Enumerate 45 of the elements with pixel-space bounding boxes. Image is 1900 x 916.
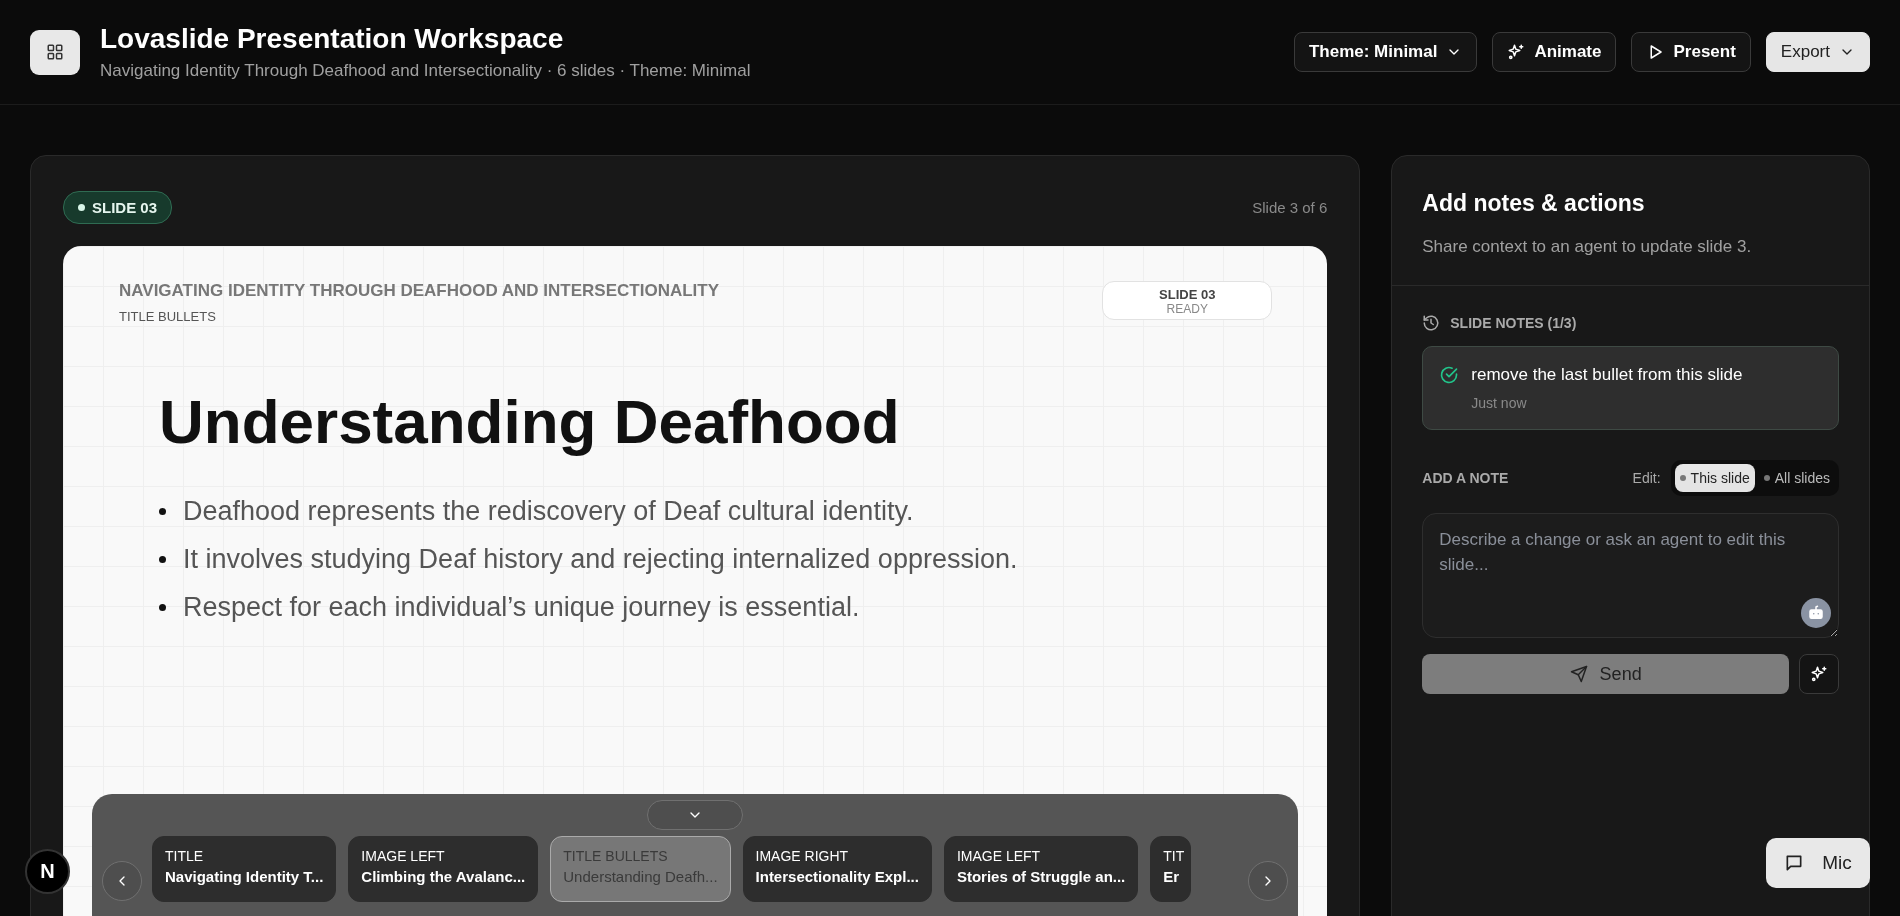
slide-status: SLIDE 03 READY bbox=[1102, 281, 1273, 320]
bullet-text: Respect for each individual’s unique journey is essential. bbox=[183, 591, 860, 623]
grid-icon bbox=[46, 43, 64, 61]
scope-option[interactable]: All slides bbox=[1758, 464, 1835, 492]
magic-button[interactable] bbox=[1799, 654, 1839, 694]
note-input[interactable]: Describe a change or ask an agent to edit this slide... bbox=[1422, 513, 1839, 638]
slide-badge: SLIDE 03 bbox=[63, 191, 173, 224]
bullet-text: It involves studying Deaf history and rejecting internalized oppression. bbox=[183, 543, 1018, 575]
slide-thumbnail[interactable]: TIT Er bbox=[1150, 836, 1192, 902]
scope-option[interactable]: This slide bbox=[1674, 464, 1755, 492]
bullet-dot bbox=[159, 507, 166, 515]
export-button[interactable]: Export bbox=[1765, 32, 1870, 72]
note-text: remove the last bullet from this slide bbox=[1471, 365, 1743, 385]
chat-bubble-icon bbox=[1784, 853, 1805, 873]
slide-counter: Slide 3 of 6 bbox=[1252, 199, 1328, 216]
deck-title: NAVIGATING IDENTITY THROUGH DEAFHOOD AND INTERSECTIONALITY bbox=[119, 281, 720, 301]
layout-label: TITLE BULLETS bbox=[119, 309, 217, 324]
slide-thumbnail[interactable]: IMAGE LEFT Stories of Struggle an... bbox=[943, 836, 1139, 902]
send-button[interactable]: Send bbox=[1422, 654, 1789, 694]
panel-title: Add notes & actions bbox=[1422, 190, 1646, 217]
slide-title: Understanding Deafhood bbox=[159, 386, 901, 457]
slide-thumbnail[interactable]: TITLE Navigating Identity T... bbox=[152, 836, 337, 902]
note-time: Just now bbox=[1471, 395, 1528, 411]
mic-button[interactable]: Mic bbox=[1766, 838, 1870, 888]
bullet-dot bbox=[159, 555, 166, 563]
slide-thumbnail[interactable]: IMAGE LEFT Climbing the Avalanc... bbox=[348, 836, 539, 902]
send-icon bbox=[1569, 665, 1588, 683]
theme-dropdown[interactable]: Theme: Minimal bbox=[1293, 32, 1478, 72]
app-title: Lovaslide Presentation Workspace bbox=[100, 23, 565, 55]
check-circle-icon bbox=[1439, 365, 1460, 385]
app-logo[interactable] bbox=[30, 29, 80, 75]
slide-thumbnail[interactable]: IMAGE RIGHT Intersectionality Expl... bbox=[742, 836, 932, 902]
deck-summary: Navigating Identity Through Deafhood and Intersectionality · 6 slides · Theme: Minimal bbox=[100, 61, 752, 81]
bullet-text: Deafhood represents the rediscovery of Deaf cultural identity. bbox=[183, 495, 914, 527]
robot-icon bbox=[1807, 604, 1825, 622]
sparkle-icon bbox=[1810, 665, 1828, 683]
present-button[interactable]: Present bbox=[1631, 32, 1751, 72]
animate-button[interactable]: Animate bbox=[1492, 32, 1617, 72]
history-icon bbox=[1422, 314, 1441, 332]
sparkle-icon bbox=[1507, 43, 1526, 61]
panel-description: Share context to an agent to update slide 3. bbox=[1422, 237, 1753, 257]
edit-label: Edit: bbox=[1632, 470, 1661, 486]
bullet-dot bbox=[159, 603, 166, 611]
add-note-heading: ADD A NOTE bbox=[1422, 470, 1510, 486]
notes-heading: SLIDE NOTES (1/3) bbox=[1450, 315, 1577, 331]
